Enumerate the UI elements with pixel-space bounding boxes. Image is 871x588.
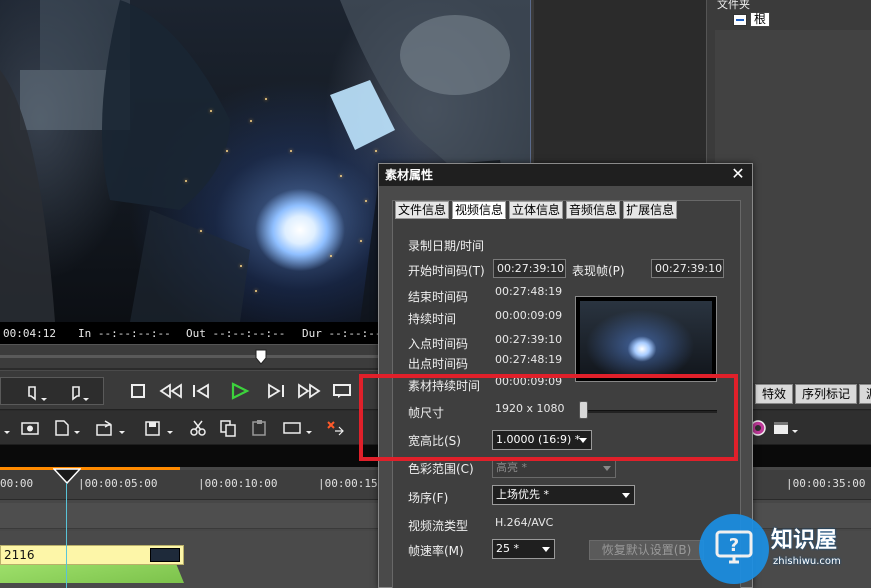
fast-forward-icon[interactable] xyxy=(296,379,322,403)
dialog-tabs: 文件信息 视频信息 立体信息 音频信息 扩展信息 xyxy=(395,201,680,220)
copy-icon[interactable] xyxy=(218,419,238,437)
field-order-select[interactable]: 上场优先 * xyxy=(492,485,635,505)
start-timecode-label: 开始时间码(T) xyxy=(408,264,485,278)
right-panel-tabs: 特效 序列标记 源 xyxy=(755,384,871,404)
layout-menu-icon[interactable] xyxy=(772,419,802,437)
field-order-label: 场序(F) xyxy=(408,491,449,505)
in-point-value: 00:27:39:10 xyxy=(495,333,563,346)
frame-rate-label: 帧速率(M) xyxy=(408,544,464,558)
tab-stereo-info[interactable]: 立体信息 xyxy=(509,201,564,219)
step-back-icon[interactable] xyxy=(190,379,212,403)
folder-tree-root[interactable]: 根 xyxy=(733,12,771,27)
watermark-logo: ? xyxy=(699,514,769,584)
out-point-value: 00:27:48:19 xyxy=(495,353,563,366)
new-file-icon[interactable] xyxy=(52,419,72,437)
ruler-label: |00:00:05:00 xyxy=(78,477,158,490)
chevron-down-icon[interactable] xyxy=(115,419,135,437)
representative-frame-label: 表现帧(P) xyxy=(572,264,625,278)
tab-source[interactable]: 源 xyxy=(859,384,871,404)
watermark-url: zhishiwu.com xyxy=(773,556,841,567)
highlight-box xyxy=(359,374,738,461)
close-icon[interactable]: ✕ xyxy=(730,165,746,183)
duration-value: 00:00:09:09 xyxy=(495,309,563,322)
replace-icon[interactable] xyxy=(282,419,302,437)
scrubber-handle[interactable] xyxy=(255,349,267,365)
save-icon[interactable] xyxy=(143,419,163,437)
mark-buttons-group xyxy=(0,377,104,405)
frame-rate-select[interactable]: 25 * xyxy=(492,539,555,559)
in-point-readout: In --:--:--:-- xyxy=(78,326,171,340)
chevron-down-icon[interactable] xyxy=(70,419,90,437)
paste-icon[interactable] xyxy=(250,419,270,437)
import-icon[interactable] xyxy=(95,419,115,437)
stop-icon[interactable] xyxy=(128,379,148,403)
duration-label: 持续时间 xyxy=(408,312,457,326)
audio-clip[interactable] xyxy=(0,565,184,583)
dialog-title: 素材属性 xyxy=(379,164,752,186)
collapse-icon[interactable] xyxy=(733,13,747,26)
out-point-label: 出点时间码 xyxy=(408,357,469,371)
svg-text:?: ? xyxy=(729,535,739,556)
app-window: 00:04:12 In --:--:--:-- Out --:--:--:-- … xyxy=(0,0,871,588)
clip-thumbnail xyxy=(150,548,180,562)
clip-label: 2116 xyxy=(4,548,35,562)
step-forward-icon[interactable] xyxy=(265,379,287,403)
play-icon[interactable] xyxy=(228,379,250,403)
scrubber-track[interactable] xyxy=(0,355,380,358)
playhead-line xyxy=(66,483,67,588)
mark-in-icon[interactable] xyxy=(21,382,51,406)
watermark-text: 知识屋 xyxy=(771,528,838,553)
delete-icon[interactable] xyxy=(325,419,345,437)
ruler-label: 00:00 xyxy=(0,477,34,490)
chevron-down-icon[interactable] xyxy=(0,419,20,437)
chevron-down-icon xyxy=(542,547,550,552)
folder-panel-title: 文件夹 xyxy=(717,0,750,11)
loop-icon[interactable] xyxy=(332,379,354,403)
video-stream-type-label: 视频流类型 xyxy=(408,519,469,533)
ruler-label: |00:00:35:00 xyxy=(786,477,866,490)
record-datetime-label: 录制日期/时间 xyxy=(408,239,485,253)
timecode-bar: 00:04:12 In --:--:--:-- Out --:--:--:-- … xyxy=(0,322,401,344)
position-scrubber[interactable] xyxy=(0,344,380,368)
tab-file-info[interactable]: 文件信息 xyxy=(395,201,450,219)
rewind-icon[interactable] xyxy=(158,379,184,403)
tab-effects[interactable]: 特效 xyxy=(755,384,794,404)
in-point-label: 入点时间码 xyxy=(408,337,469,351)
folder-root-label[interactable]: 根 xyxy=(750,12,771,27)
chevron-down-icon[interactable] xyxy=(163,419,183,437)
start-timecode-field[interactable]: 00:27:39:10 xyxy=(493,259,566,278)
tab-video-info[interactable]: 视频信息 xyxy=(452,201,507,219)
clip-thumbnail-preview xyxy=(575,296,717,382)
color-range-select[interactable]: 高亮 * xyxy=(492,458,616,478)
color-range-label: 色彩范围(C) xyxy=(408,462,474,476)
end-timecode-value: 00:27:48:19 xyxy=(495,285,563,298)
representative-frame-field[interactable]: 00:27:39:10 xyxy=(651,259,724,278)
timeline-clip[interactable]: 2116 xyxy=(0,545,184,565)
camera-icon[interactable] xyxy=(20,419,40,437)
cut-icon[interactable] xyxy=(188,419,208,437)
out-point-readout: Out --:--:--:-- xyxy=(186,326,286,340)
chevron-down-icon xyxy=(603,466,611,471)
tab-sequence-markers[interactable]: 序列标记 xyxy=(795,384,858,404)
chevron-down-icon xyxy=(622,493,630,498)
tab-extended-info[interactable]: 扩展信息 xyxy=(623,201,678,219)
tab-audio-info[interactable]: 音频信息 xyxy=(566,201,621,219)
mark-out-icon[interactable] xyxy=(63,382,93,406)
restore-defaults-button[interactable]: 恢复默认设置(B) xyxy=(589,540,704,560)
video-stream-type-value: H.264/AVC xyxy=(495,516,554,529)
end-timecode-label: 结束时间码 xyxy=(408,290,469,304)
watermark: ? 知识屋 zhishiwu.com xyxy=(697,514,871,588)
chevron-down-icon[interactable] xyxy=(302,419,322,437)
ruler-label: |00:00:10:00 xyxy=(198,477,278,490)
playhead-marker[interactable] xyxy=(53,468,81,484)
current-timecode[interactable]: 00:04:12 xyxy=(3,327,56,340)
